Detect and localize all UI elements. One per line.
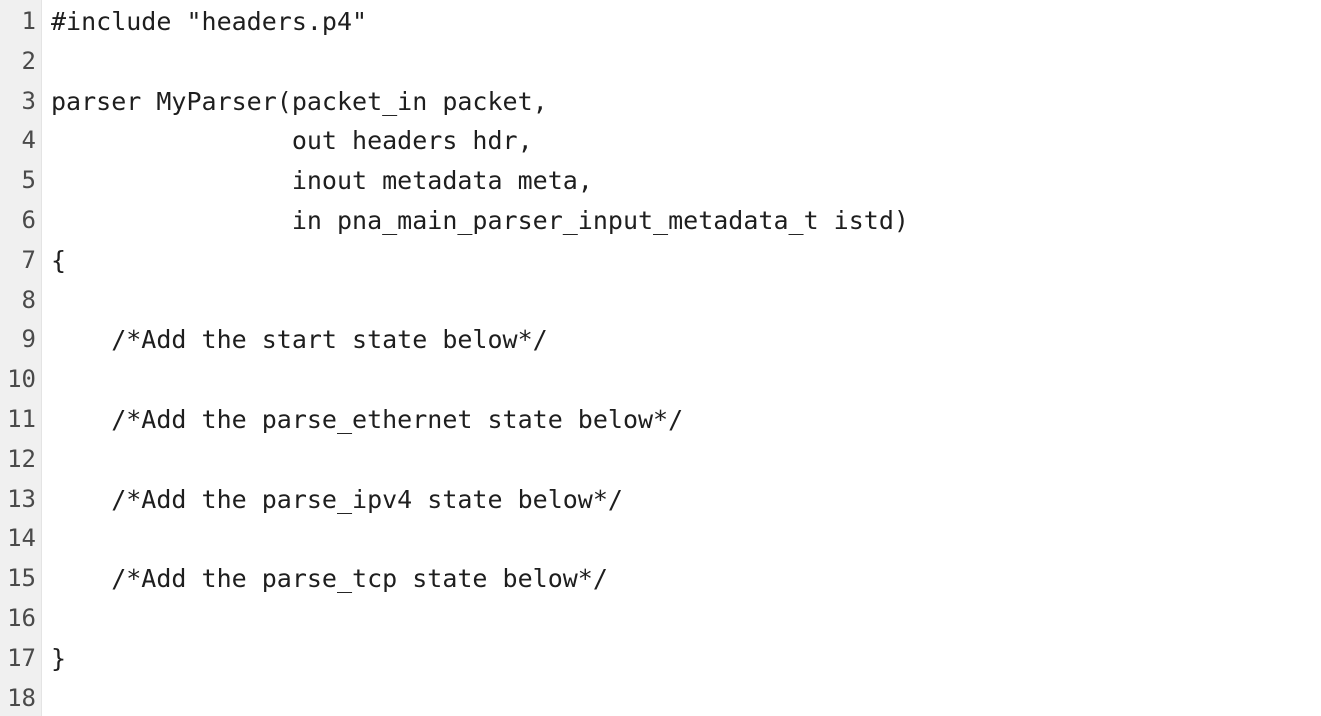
code-line[interactable] (51, 679, 1321, 716)
code-line[interactable] (51, 599, 1321, 639)
code-line[interactable]: /*Add the parse_ipv4 state below*/ (51, 480, 1321, 520)
code-line[interactable]: #include "headers.p4" (51, 2, 1321, 42)
line-number: 18 (7, 683, 36, 712)
line-number: 2 (21, 46, 36, 75)
code-line[interactable] (51, 440, 1321, 480)
code-line[interactable] (51, 360, 1321, 400)
line-number-gutter: 1 2 3 4 5 6 7 8 9 10 11 12 13 14 15 16 1… (0, 0, 42, 716)
line-number: 16 (7, 603, 36, 632)
code-line[interactable]: /*Add the parse_ethernet state below*/ (51, 400, 1321, 440)
line-number: 8 (21, 285, 36, 314)
code-line[interactable]: in pna_main_parser_input_metadata_t istd… (51, 201, 1321, 241)
code-line[interactable]: parser MyParser(packet_in packet, (51, 82, 1321, 122)
code-line[interactable]: { (51, 241, 1321, 281)
code-text-area[interactable]: #include "headers.p4" parser MyParser(pa… (42, 0, 1321, 716)
code-line[interactable] (51, 519, 1321, 559)
line-number: 11 (7, 404, 36, 433)
code-line[interactable]: /*Add the start state below*/ (51, 320, 1321, 360)
code-line[interactable]: } (51, 639, 1321, 679)
line-number: 15 (7, 564, 36, 593)
code-editor[interactable]: 1 2 3 4 5 6 7 8 9 10 11 12 13 14 15 16 1… (0, 0, 1321, 716)
line-number: 10 (7, 365, 36, 394)
code-line[interactable]: /*Add the parse_tcp state below*/ (51, 559, 1321, 599)
code-line[interactable]: inout metadata meta, (51, 161, 1321, 201)
line-number: 12 (7, 444, 36, 473)
code-line[interactable] (51, 42, 1321, 82)
line-number: 5 (21, 166, 36, 195)
line-number: 7 (21, 245, 36, 274)
line-number: 9 (21, 325, 36, 354)
line-number: 4 (21, 126, 36, 155)
code-line[interactable] (51, 281, 1321, 321)
code-line[interactable]: out headers hdr, (51, 121, 1321, 161)
line-number: 3 (21, 86, 36, 115)
line-number: 1 (21, 7, 36, 35)
line-number: 13 (7, 484, 36, 513)
line-number: 14 (7, 524, 36, 553)
line-number: 6 (21, 205, 36, 234)
line-number: 17 (7, 643, 36, 672)
